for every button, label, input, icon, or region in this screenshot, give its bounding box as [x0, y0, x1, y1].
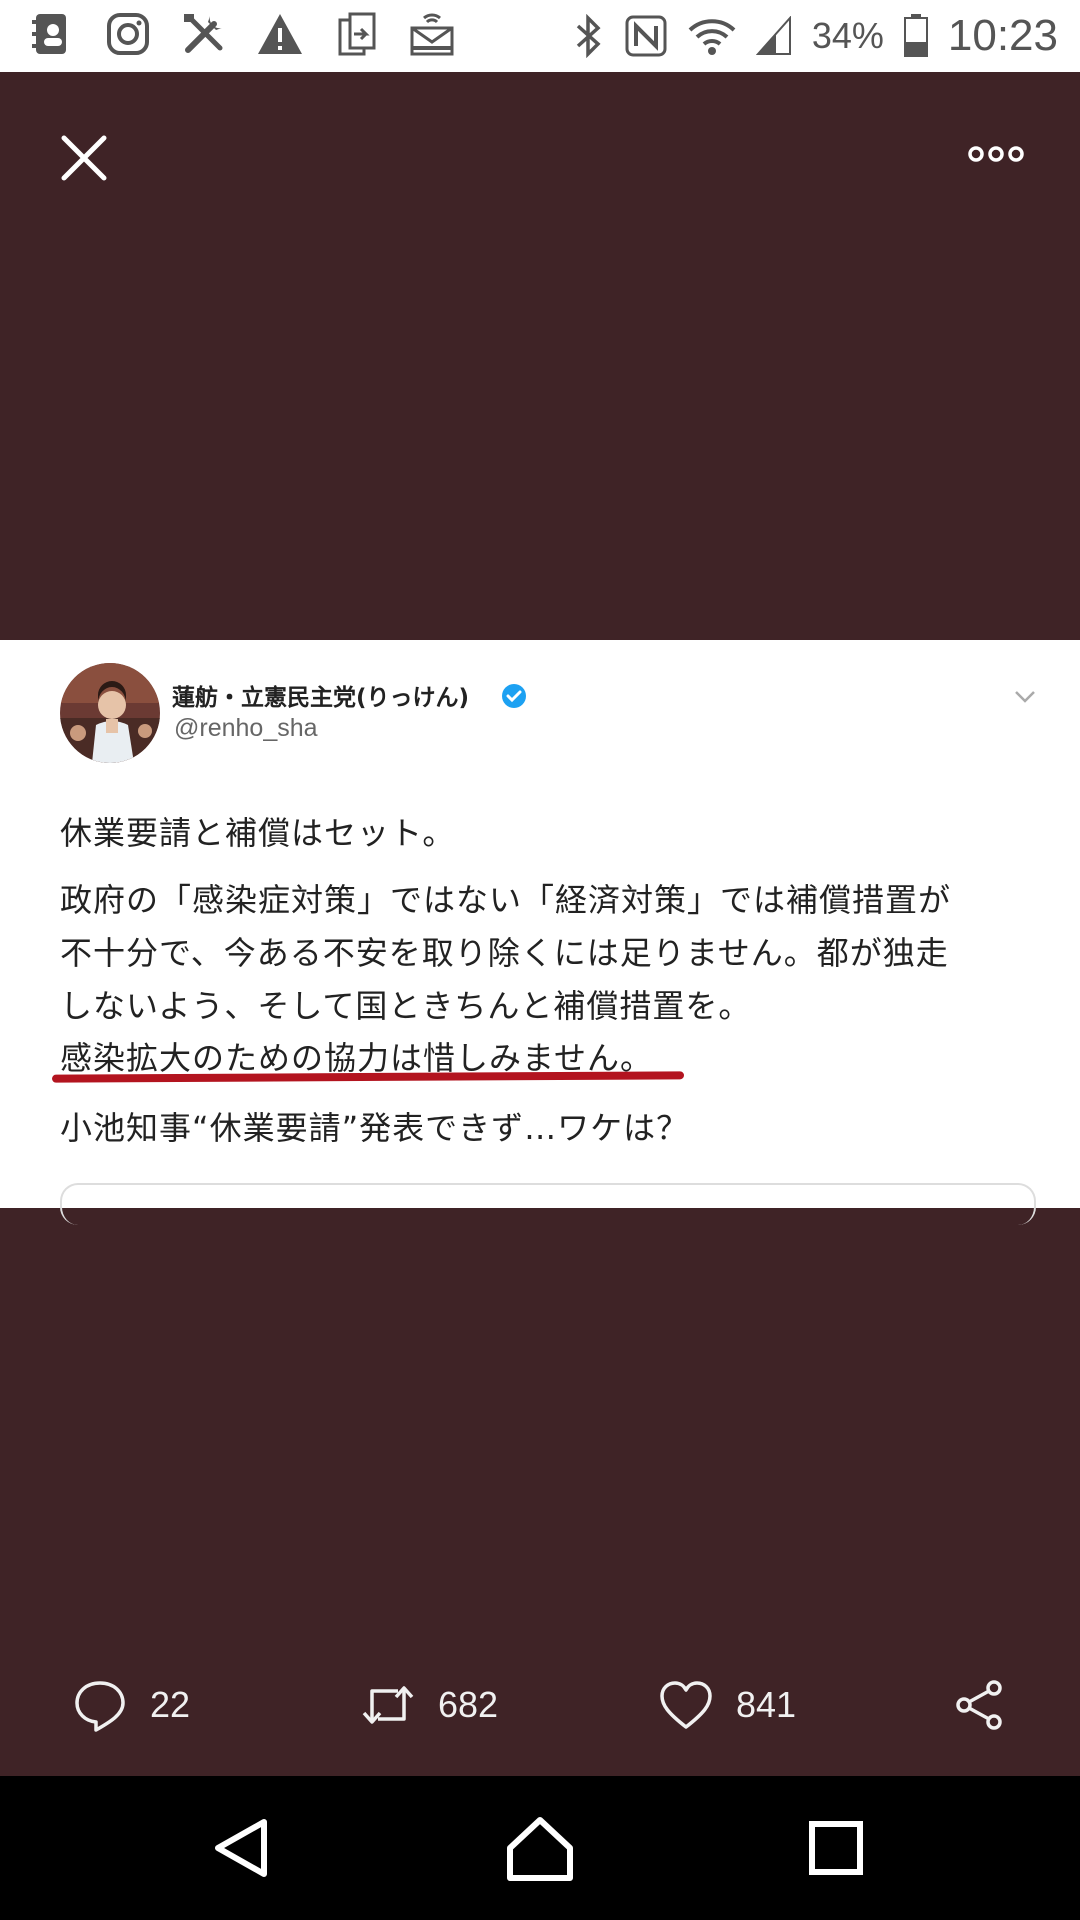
wifi-icon: [688, 19, 736, 55]
tweet-text-line: 政府の「感染症対策」ではない「経済対策」では補償措置が: [60, 881, 952, 919]
verified-badge-icon: [502, 684, 526, 708]
action-bar: 22 682 841: [0, 1660, 1080, 1750]
tools-icon: [184, 14, 223, 53]
reply-button[interactable]: 22: [72, 1660, 190, 1750]
heart-icon: [660, 1681, 712, 1729]
battery-icon: [903, 14, 928, 57]
battery-percent: 34%: [811, 15, 884, 56]
recents-icon[interactable]: [800, 1812, 872, 1884]
tweet-text-line: 不十分で、今ある不安を取り除くには足りません。都が独走: [60, 934, 949, 972]
reply-icon: [75, 1681, 125, 1732]
tweet-link-title: 小池知事“休業要請”発表できず…ワケは？: [60, 1109, 690, 1147]
tweet-text-line: 休業要請と補償はセット。: [60, 814, 456, 852]
signal-icon: [755, 16, 791, 55]
nfc-icon: [625, 15, 667, 57]
share-button[interactable]: [952, 1660, 1008, 1750]
status-bar: 34% 10:23: [0, 0, 1080, 72]
avatar: [60, 663, 160, 763]
inbox-icon: [410, 13, 454, 56]
user-handle: @renho_sha: [174, 714, 318, 742]
share-icon: [956, 1680, 1002, 1730]
tweet-text-line: しないよう、そして国ときちんと補償措置を。: [60, 987, 752, 1025]
link-card-edge: [60, 1183, 1036, 1225]
like-button[interactable]: 841: [658, 1660, 796, 1750]
retweet-count: 682: [438, 1684, 499, 1725]
navigation-bar: [0, 1776, 1080, 1920]
bluetooth-icon: [576, 14, 601, 58]
clock: 10:23: [947, 11, 1058, 60]
more-options-icon[interactable]: [966, 136, 1026, 172]
media-viewer: [0, 72, 1080, 640]
file-transfer-icon: [338, 12, 376, 56]
like-count: 841: [736, 1684, 797, 1725]
instagram-icon: [107, 13, 149, 55]
home-icon[interactable]: [504, 1812, 576, 1884]
contacts-icon: [32, 14, 66, 54]
reply-count: 22: [150, 1684, 191, 1725]
display-name: 蓮舫・立憲民主党(りっけん): [172, 685, 470, 711]
close-icon[interactable]: [56, 130, 112, 186]
chevron-down-icon: [1015, 691, 1035, 703]
retweet-button[interactable]: 682: [360, 1660, 498, 1750]
retweet-icon: [362, 1686, 414, 1724]
warning-icon: [258, 14, 302, 54]
back-icon[interactable]: [206, 1812, 278, 1884]
